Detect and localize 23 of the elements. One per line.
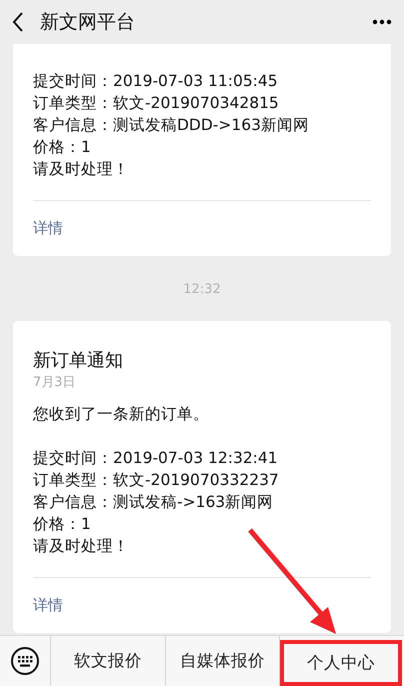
message-text: 您收到了一条新的订单。 bbox=[33, 404, 210, 425]
details-link[interactable]: 详情 bbox=[33, 219, 63, 237]
menu-tab[interactable]: 软文报价 bbox=[51, 636, 166, 686]
detail-line: 订单类型：软文-2019070342815 bbox=[33, 93, 280, 114]
more-icon[interactable] bbox=[372, 19, 392, 25]
detail-line: 价格：1 bbox=[33, 514, 92, 535]
detail-line: 价格：1 bbox=[33, 137, 92, 158]
detail-line: 订单类型：软文-2019070332237 bbox=[33, 470, 280, 491]
timestamp: 12:32 bbox=[183, 282, 221, 297]
detail-line: 提交时间：2019-07-03 11:05:45 bbox=[33, 71, 279, 92]
detail-line: 客户信息：测试发稿DDD->163新闻网 bbox=[33, 115, 310, 136]
message-title: 新订单通知 bbox=[33, 349, 124, 373]
detail-line: 提交时间：2019-07-03 12:32:41 bbox=[33, 448, 279, 469]
detail-line: 客户信息：测试发稿->163新闻网 bbox=[33, 492, 274, 513]
details-link[interactable]: 详情 bbox=[33, 596, 63, 614]
detail-line: 请及时处理！ bbox=[33, 536, 130, 557]
message-date: 7月3日 bbox=[33, 374, 77, 392]
menu-tab[interactable]: 自媒体报价 bbox=[166, 636, 280, 686]
window-title: 新文网平台 bbox=[40, 10, 136, 35]
keyboard-icon[interactable] bbox=[10, 646, 40, 676]
back-icon[interactable] bbox=[12, 12, 24, 32]
menu-tab[interactable]: 个人中心 bbox=[280, 640, 402, 686]
detail-line: 请及时处理！ bbox=[33, 159, 130, 180]
